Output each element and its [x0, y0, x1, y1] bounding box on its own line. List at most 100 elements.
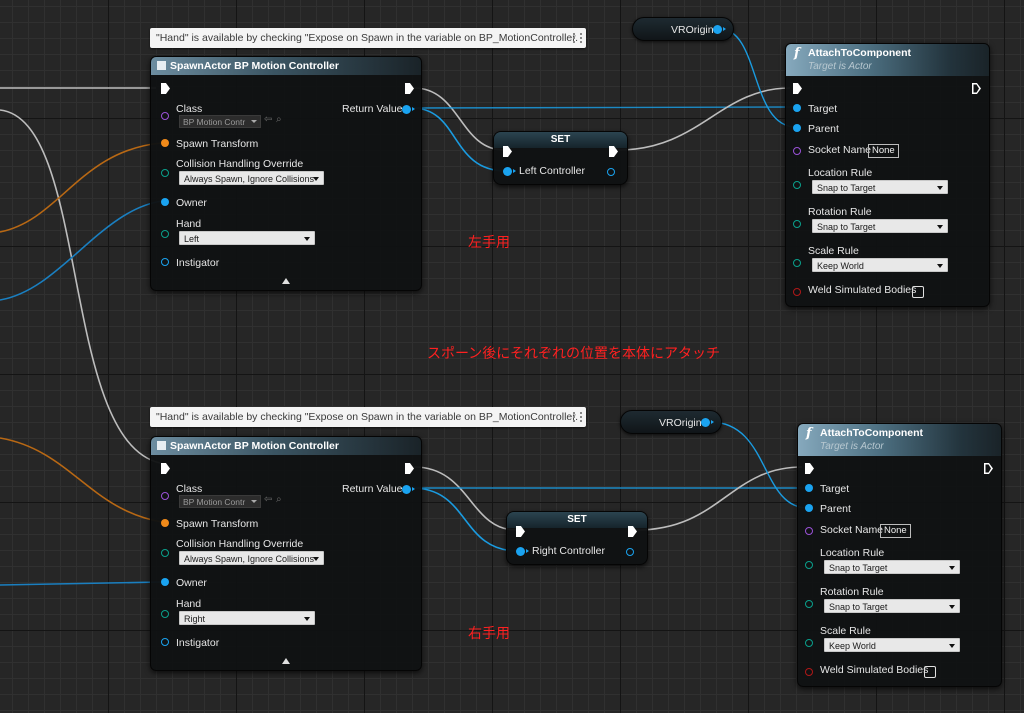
scale-rule-pin[interactable] [805, 639, 813, 647]
attach-to-component-node-right[interactable]: f AttachToComponent Target is Actor Targ… [797, 423, 1002, 687]
attach-exec-in-pin[interactable] [793, 83, 802, 94]
attach-subtitle: Target is Actor [808, 61, 872, 72]
location-rule-dropdown[interactable]: Snap to Target [812, 180, 948, 194]
attach-title: AttachToComponent [808, 47, 912, 59]
browse-search-icon[interactable]: ⌕ [276, 494, 282, 505]
exec-out-pin[interactable] [405, 83, 414, 94]
target-pin[interactable] [805, 484, 813, 492]
rotation-rule-dropdown[interactable]: Snap to Target [824, 599, 960, 613]
spawn-actor-node-left[interactable]: SpawnActor BP Motion Controller Class BP… [150, 56, 422, 291]
return-value-pin[interactable] [402, 485, 415, 494]
class-select[interactable]: BP Motion Contr [179, 495, 261, 508]
class-pin[interactable] [161, 112, 169, 120]
chevron-down-icon [937, 225, 943, 229]
set-value-out-pin[interactable] [607, 168, 615, 176]
instigator-pin[interactable] [161, 258, 169, 266]
owner-pin[interactable] [161, 198, 169, 206]
spawn-actor-title: SpawnActor BP Motion Controller [170, 60, 339, 72]
vrorigin-node-right[interactable]: VROrigin [620, 410, 722, 434]
set-value-in-pin[interactable] [516, 547, 529, 556]
chevron-down-icon [937, 264, 943, 268]
scale-rule-value: Keep World [829, 641, 876, 651]
set-node-left[interactable]: SET Left Controller [493, 131, 628, 185]
spawn-actor-header[interactable]: SpawnActor BP Motion Controller [151, 437, 421, 455]
location-rule-label: Location Rule [808, 167, 873, 179]
weld-pin[interactable] [793, 288, 801, 296]
location-rule-value: Snap to Target [829, 563, 888, 573]
vrorigin-node-left[interactable]: VROrigin [632, 17, 734, 41]
rotation-rule-dropdown[interactable]: Snap to Target [812, 219, 948, 233]
rotation-rule-pin[interactable] [805, 600, 813, 608]
scale-rule-pin[interactable] [793, 259, 801, 267]
collision-pin[interactable] [161, 549, 169, 557]
class-label: Class [176, 483, 203, 495]
parent-label: Parent [820, 503, 851, 515]
spawn-transform-pin[interactable] [161, 519, 169, 527]
hand-label: Hand [176, 218, 202, 230]
attach-header[interactable]: f AttachToComponent Target is Actor [786, 44, 989, 76]
set-pin-label: Left Controller [519, 165, 585, 177]
exec-in-pin[interactable] [161, 83, 170, 94]
hand-pin[interactable] [161, 230, 169, 238]
drag-handle-icon[interactable] [573, 412, 582, 422]
hand-dropdown[interactable]: Left [179, 231, 315, 245]
drag-handle-icon[interactable] [573, 33, 582, 43]
socket-name-pin[interactable] [793, 147, 801, 155]
scale-rule-dropdown[interactable]: Keep World [824, 638, 960, 652]
spawn-actor-node-right[interactable]: SpawnActor BP Motion Controller Class BP… [150, 436, 422, 671]
weld-pin[interactable] [805, 668, 813, 676]
set-node-right[interactable]: SET Right Controller [506, 511, 648, 565]
spawn-actor-title: SpawnActor BP Motion Controller [170, 440, 339, 452]
collapse-arrow-icon[interactable] [282, 278, 290, 284]
attach-exec-in-pin[interactable] [805, 463, 814, 474]
vrorigin-label: VROrigin [671, 24, 714, 36]
parent-pin[interactable] [793, 124, 801, 132]
attach-subtitle: Target is Actor [820, 441, 884, 452]
collision-label: Collision Handling Override [176, 158, 304, 170]
attach-exec-out-pin[interactable] [972, 83, 981, 94]
spawn-transform-pin[interactable] [161, 139, 169, 147]
spawn-actor-icon [157, 61, 166, 70]
scale-rule-dropdown[interactable]: Keep World [812, 258, 948, 272]
class-pin[interactable] [161, 492, 169, 500]
set-value-out-pin[interactable] [626, 548, 634, 556]
class-select[interactable]: BP Motion Contr [179, 115, 261, 128]
hand-pin[interactable] [161, 610, 169, 618]
attach-exec-out-pin[interactable] [984, 463, 993, 474]
socket-name-pin[interactable] [805, 527, 813, 535]
rotation-rule-pin[interactable] [793, 220, 801, 228]
location-rule-pin[interactable] [805, 561, 813, 569]
hand-label: Hand [176, 598, 202, 610]
collision-dropdown[interactable]: Always Spawn, Ignore Collisions [179, 551, 324, 565]
collapse-arrow-icon[interactable] [282, 658, 290, 664]
use-selected-arrow-icon[interactable]: ⇦ [264, 494, 272, 505]
weld-checkbox[interactable] [924, 666, 936, 678]
set-value-in-pin[interactable] [503, 167, 516, 176]
socket-name-input[interactable]: None [880, 524, 911, 538]
chevron-down-icon [937, 186, 943, 190]
exec-out-pin[interactable] [405, 463, 414, 474]
spawn-actor-header[interactable]: SpawnActor BP Motion Controller [151, 57, 421, 75]
return-value-pin[interactable] [402, 105, 415, 114]
location-rule-pin[interactable] [793, 181, 801, 189]
attach-to-component-node-left[interactable]: f AttachToComponent Target is Actor Targ… [785, 43, 990, 307]
weld-checkbox[interactable] [912, 286, 924, 298]
collision-dropdown[interactable]: Always Spawn, Ignore Collisions [179, 171, 324, 185]
vrorigin-pin[interactable] [713, 25, 726, 34]
location-rule-value: Snap to Target [817, 183, 876, 193]
location-rule-dropdown[interactable]: Snap to Target [824, 560, 960, 574]
hand-dropdown[interactable]: Right [179, 611, 315, 625]
browse-search-icon[interactable]: ⌕ [276, 114, 282, 125]
attach-header[interactable]: f AttachToComponent Target is Actor [798, 424, 1001, 456]
owner-label: Owner [176, 197, 207, 209]
socket-name-input[interactable]: None [868, 144, 899, 158]
exec-in-pin[interactable] [161, 463, 170, 474]
owner-pin[interactable] [161, 578, 169, 586]
instigator-pin[interactable] [161, 638, 169, 646]
use-selected-arrow-icon[interactable]: ⇦ [264, 114, 272, 125]
vrorigin-pin[interactable] [701, 418, 714, 427]
collision-pin[interactable] [161, 169, 169, 177]
target-pin[interactable] [793, 104, 801, 112]
parent-pin[interactable] [805, 504, 813, 512]
set-pin-label: Right Controller [532, 545, 605, 557]
